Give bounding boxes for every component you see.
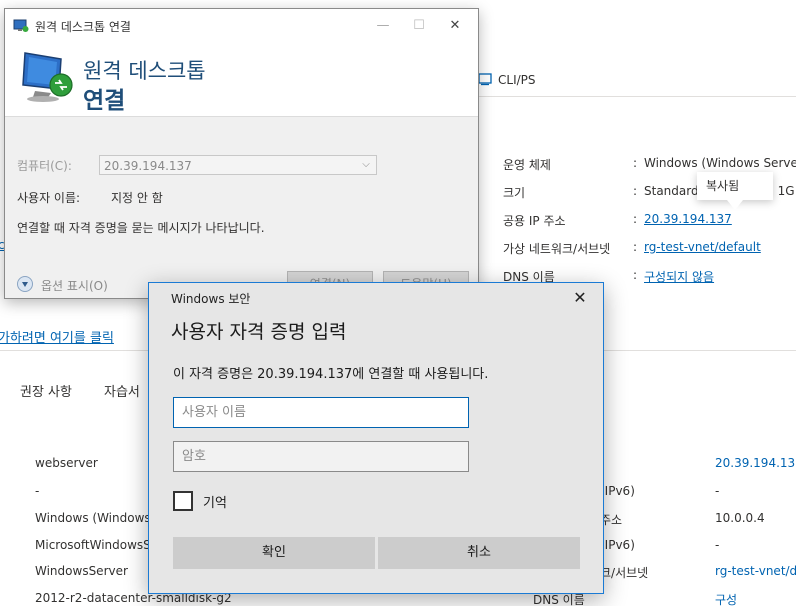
prop-value-os: Windows (Windows Server: [644, 156, 796, 170]
prop-label-os: 운영 체제: [503, 158, 551, 172]
remote-desktop-window: 원격 데스크톱 연결 — ☐ ✕ 원격 데스크톱 연결 컴퓨터(C): 20.3…: [4, 8, 479, 299]
username-value: 지정 안 함: [111, 191, 163, 205]
tooltip-text: 복사됨: [706, 179, 740, 193]
prop-colon: :: [633, 212, 638, 226]
remote-desktop-icon: [13, 19, 29, 33]
tooltip-arrow: [727, 200, 743, 210]
computer-combobox[interactable]: 20.39.194.137 ⌵: [99, 155, 377, 175]
tab-recommendations[interactable]: 권장 사항: [20, 381, 72, 400]
close-icon[interactable]: ✕: [567, 287, 593, 309]
tab-tutorials[interactable]: 자습서: [104, 381, 140, 400]
username-label: 사용자 이름:: [17, 191, 81, 205]
mid-label-ipv6: (IPv6): [600, 484, 635, 498]
prop-colon: :: [633, 184, 638, 198]
rdc-body: 컴퓨터(C): 20.39.194.137 ⌵ 사용자 이름: 지정 안 함 연…: [5, 117, 478, 298]
rdc-header-line2: 연결: [83, 88, 126, 114]
windows-security-dialog: Windows 보안 ✕ 사용자 자격 증명 입력 이 자격 증명은 20.39…: [148, 282, 604, 594]
minimize-icon[interactable]: —: [370, 15, 396, 37]
prop-value-vnet[interactable]: rg-test-vnet/default: [644, 240, 761, 254]
security-description: 이 자격 증명은 20.39.194.137에 연결할 때 사용됩니다.: [173, 367, 489, 382]
prop-label-public-ip: 공용 IP 주소: [503, 214, 566, 228]
remember-label: 기억: [203, 496, 227, 511]
show-options-link[interactable]: 옵션 표시(O): [41, 277, 108, 294]
monitor-icon: [21, 49, 77, 103]
credential-notice: 연결할 때 자격 증명을 묻는 메시지가 나타납니다.: [17, 221, 265, 235]
value-health: -: [35, 484, 40, 498]
computer-label: 컴퓨터(C):: [17, 159, 72, 173]
prop-value-public-ip[interactable]: 20.39.194.137: [644, 212, 732, 226]
rdc-header: 원격 데스크톱 연결: [5, 43, 478, 117]
prop-value-dns[interactable]: 구성되지 않음: [644, 268, 714, 285]
ok-button[interactable]: 확인: [173, 537, 375, 569]
prop-label-vnet: 가상 네트워크/서브넷: [503, 242, 611, 256]
maximize-icon[interactable]: ☐: [406, 15, 432, 37]
value-offer: WindowsServer: [35, 564, 128, 578]
value-publisher: MicrosoftWindowsS: [35, 538, 151, 552]
right-value-ipv6: -: [715, 484, 720, 498]
rdc-titlebar[interactable]: 원격 데스크톱 연결 — ☐ ✕: [5, 9, 478, 43]
remember-checkbox[interactable]: [173, 491, 193, 511]
computer-value: 20.39.194.137: [104, 159, 192, 173]
cli-icon: [478, 72, 492, 86]
right-value-public-ip[interactable]: 20.39.194.137: [715, 456, 796, 470]
prop-value-size-suffix: , 1G: [770, 184, 795, 198]
right-value-private-ip: 10.0.0.4: [715, 511, 765, 525]
username-input[interactable]: [173, 397, 469, 428]
security-heading: 사용자 자격 증명 입력: [171, 321, 347, 343]
rdc-window-title: 원격 데스크톱 연결: [35, 20, 131, 34]
expand-options-icon[interactable]: [17, 276, 33, 292]
chevron-down-icon[interactable]: ⌵: [358, 157, 374, 173]
prop-label-size: 크기: [503, 186, 526, 200]
right-value-private-ipv6: -: [715, 538, 720, 552]
close-icon[interactable]: ✕: [442, 15, 468, 37]
password-input[interactable]: [173, 441, 469, 472]
toolbar-cli-ps[interactable]: CLI/PS: [498, 73, 536, 87]
prop-value-size: Standard: [644, 184, 699, 198]
prop-colon: :: [633, 240, 638, 254]
copied-tooltip: 복사됨: [697, 172, 773, 210]
value-computer-name: webserver: [35, 456, 98, 470]
prop-colon: :: [633, 156, 638, 170]
cancel-button[interactable]: 취소: [378, 537, 580, 569]
prop-colon: :: [633, 268, 638, 282]
right-value-vnet[interactable]: rg-test-vnet/d: [715, 564, 796, 578]
click-here-link[interactable]: 가하려면 여기를 클릭: [0, 327, 114, 346]
security-dialog-title: Windows 보안: [171, 292, 251, 306]
mid-label-vnet: 크/서브넷: [600, 566, 649, 580]
value-os: Windows (Windows: [35, 511, 151, 525]
mid-label-private-ipv6: (IPv6): [600, 538, 635, 552]
right-value-dns[interactable]: 구성: [715, 591, 737, 606]
toolbar-divider: [478, 96, 796, 97]
